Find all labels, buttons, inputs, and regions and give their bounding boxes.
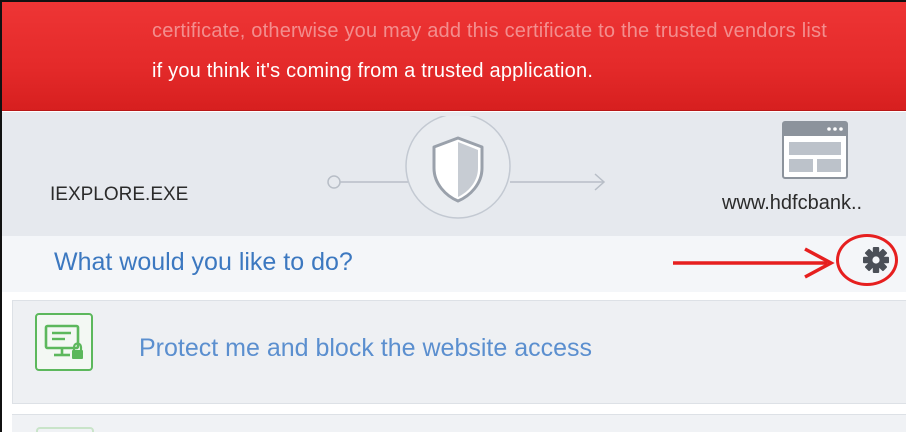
dialog-frame: certificate, otherwise you may add this … xyxy=(0,0,906,432)
alert-banner: certificate, otherwise you may add this … xyxy=(2,2,906,111)
process-name: IEXPLORE.EXE xyxy=(50,184,189,205)
question-prompt: What would you like to do? xyxy=(54,248,353,276)
option-row-partial[interactable] xyxy=(12,414,906,432)
annotation-arrow-icon xyxy=(673,247,835,279)
website-name: www.hdfcbank.. xyxy=(722,192,863,214)
browser-window-icon xyxy=(782,121,848,179)
option-icon-box xyxy=(35,313,93,371)
flow-start-dot xyxy=(327,175,341,189)
monitor-lock-icon xyxy=(44,324,83,359)
alert-message-line-1: certificate, otherwise you may add this … xyxy=(152,20,827,42)
option-icon-partial xyxy=(36,427,94,432)
option-label: Protect me and block the website access xyxy=(139,334,593,362)
annotation-highlight-circle xyxy=(836,234,898,286)
alert-message-line-2: if you think it's coming from a trusted … xyxy=(152,60,594,82)
connection-flow xyxy=(327,116,606,219)
option-block-website[interactable]: Protect me and block the website access xyxy=(12,300,906,404)
connection-panel: IEXPLORE.EXE www.hdfcbank.. xyxy=(2,112,906,236)
